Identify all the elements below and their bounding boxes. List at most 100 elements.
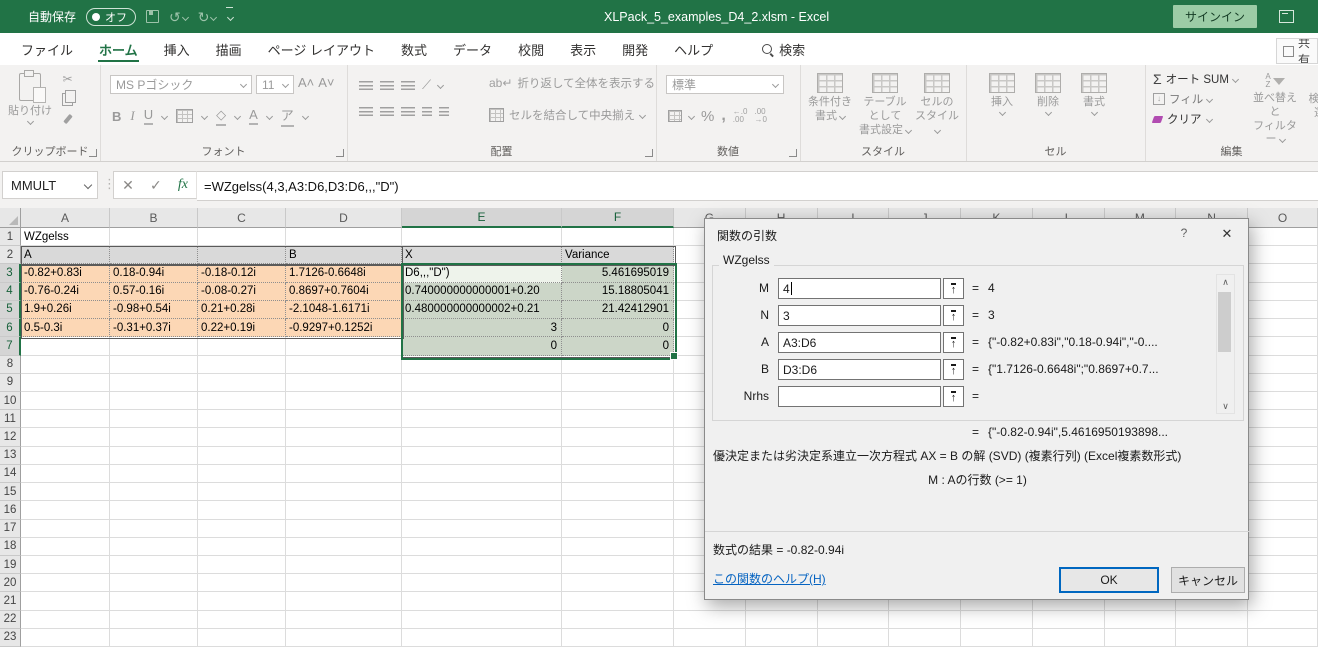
cancel-button[interactable]: キャンセル	[1171, 567, 1245, 593]
cell-D12[interactable]	[286, 428, 402, 446]
cell-D3[interactable]: 1.7126-0.6648i	[286, 264, 402, 282]
cell-K22[interactable]	[961, 611, 1033, 629]
name-box[interactable]: MMULT	[2, 171, 98, 199]
row-header-6[interactable]: 6	[0, 319, 21, 337]
number-format-select[interactable]: 標準	[666, 75, 784, 94]
name-box-dropdown-icon[interactable]	[84, 181, 92, 189]
cell-G23[interactable]	[674, 629, 746, 647]
tab-home[interactable]: ホーム	[86, 33, 151, 65]
wrap-text-button[interactable]: ab↵ 折り返して全体を表示する	[489, 75, 655, 91]
alignment-dialog-launcher[interactable]	[645, 149, 653, 157]
cell-D16[interactable]	[286, 501, 402, 519]
cell-C11[interactable]	[198, 410, 286, 428]
cell-E4[interactable]: 0.740000000000001+0.20	[402, 283, 562, 301]
find-select-button[interactable]: 検索と 選択	[1305, 73, 1318, 121]
cell-D10[interactable]	[286, 392, 402, 410]
function-help-link[interactable]: この関数のヘルプ(H)	[713, 570, 826, 587]
column-header-C[interactable]: C	[198, 208, 286, 228]
cell-C18[interactable]	[198, 538, 286, 556]
row-header-23[interactable]: 23	[0, 629, 21, 647]
align-right-icon[interactable]	[401, 107, 415, 116]
tab-draw[interactable]: 描画	[203, 33, 255, 65]
cell-D17[interactable]	[286, 520, 402, 538]
cell-F16[interactable]	[562, 501, 674, 519]
cell-A11[interactable]	[21, 410, 110, 428]
cell-E13[interactable]	[402, 447, 562, 465]
cell-B20[interactable]	[110, 574, 198, 592]
column-header-B[interactable]: B	[110, 208, 198, 228]
cell-C1[interactable]	[198, 228, 286, 246]
tab-data[interactable]: データ	[440, 33, 505, 65]
cell-O11[interactable]	[1248, 410, 1318, 428]
row-header-19[interactable]: 19	[0, 556, 21, 574]
cell-A7[interactable]	[21, 337, 110, 355]
arg-input-b[interactable]: D3:D6	[778, 359, 941, 380]
font-color-icon[interactable]: A	[249, 107, 258, 125]
cell-B7[interactable]	[110, 337, 198, 355]
cell-A9[interactable]	[21, 374, 110, 392]
cell-C2[interactable]	[198, 246, 286, 264]
row-header-14[interactable]: 14	[0, 465, 21, 483]
cell-F5[interactable]: 21.42412901	[562, 301, 674, 319]
column-header-A[interactable]: A	[21, 208, 110, 228]
cell-C23[interactable]	[198, 629, 286, 647]
cell-O4[interactable]	[1248, 283, 1318, 301]
cell-A13[interactable]	[21, 447, 110, 465]
cell-D14[interactable]	[286, 465, 402, 483]
decrease-indent-icon[interactable]	[422, 107, 432, 116]
scroll-up-icon[interactable]: ∧	[1217, 275, 1234, 289]
cell-J22[interactable]	[889, 611, 961, 629]
cell-D8[interactable]	[286, 356, 402, 374]
collapse-dialog-button-nrhs[interactable]: ↑	[943, 386, 964, 407]
cell-L22[interactable]	[1033, 611, 1105, 629]
cell-E11[interactable]	[402, 410, 562, 428]
cell-E3[interactable]: D6,,,"D")	[402, 264, 562, 282]
cell-F18[interactable]	[562, 538, 674, 556]
align-top-icon[interactable]	[359, 81, 373, 90]
row-header-13[interactable]: 13	[0, 447, 21, 465]
cell-F9[interactable]	[562, 374, 674, 392]
cell-F13[interactable]	[562, 447, 674, 465]
cell-D15[interactable]	[286, 483, 402, 501]
cell-B4[interactable]: 0.57-0.16i	[110, 283, 198, 301]
cell-E15[interactable]	[402, 483, 562, 501]
tab-page-layout[interactable]: ページ レイアウト	[255, 33, 388, 65]
save-icon[interactable]	[146, 10, 159, 23]
cell-H23[interactable]	[746, 629, 818, 647]
cell-D22[interactable]	[286, 611, 402, 629]
cell-J23[interactable]	[889, 629, 961, 647]
arg-input-n[interactable]: 3	[778, 305, 941, 326]
align-center-icon[interactable]	[380, 107, 394, 116]
grow-font-icon[interactable]: A˄	[298, 75, 314, 94]
cell-A5[interactable]: 1.9+0.26i	[21, 301, 110, 319]
cell-F19[interactable]	[562, 556, 674, 574]
cell-M22[interactable]	[1105, 611, 1177, 629]
dialog-close-icon[interactable]: ✕	[1217, 226, 1237, 242]
cell-C19[interactable]	[198, 556, 286, 574]
cell-E12[interactable]	[402, 428, 562, 446]
tab-formulas[interactable]: 数式	[388, 33, 440, 65]
cell-O6[interactable]	[1248, 319, 1318, 337]
row-header-7[interactable]: 7	[0, 337, 21, 355]
cell-O12[interactable]	[1248, 428, 1318, 446]
cell-F23[interactable]	[562, 629, 674, 647]
cell-L23[interactable]	[1033, 629, 1105, 647]
cell-A16[interactable]	[21, 501, 110, 519]
cell-F12[interactable]	[562, 428, 674, 446]
cell-F14[interactable]	[562, 465, 674, 483]
cell-E2[interactable]: X	[402, 246, 562, 264]
cell-B5[interactable]: -0.98+0.54i	[110, 301, 198, 319]
row-header-18[interactable]: 18	[0, 538, 21, 556]
percent-format-icon[interactable]: %	[701, 108, 714, 125]
cell-A3[interactable]: -0.82+0.83i	[21, 264, 110, 282]
cancel-entry-icon[interactable]: ✕	[122, 177, 134, 194]
fill-handle[interactable]	[670, 352, 678, 360]
increase-indent-icon[interactable]	[439, 107, 449, 116]
row-header-21[interactable]: 21	[0, 592, 21, 610]
tab-help[interactable]: ヘルプ	[661, 33, 726, 65]
cell-A20[interactable]	[21, 574, 110, 592]
cell-E8[interactable]	[402, 356, 562, 374]
cell-E10[interactable]	[402, 392, 562, 410]
tab-review[interactable]: 校閲	[505, 33, 557, 65]
cell-O19[interactable]	[1248, 556, 1318, 574]
